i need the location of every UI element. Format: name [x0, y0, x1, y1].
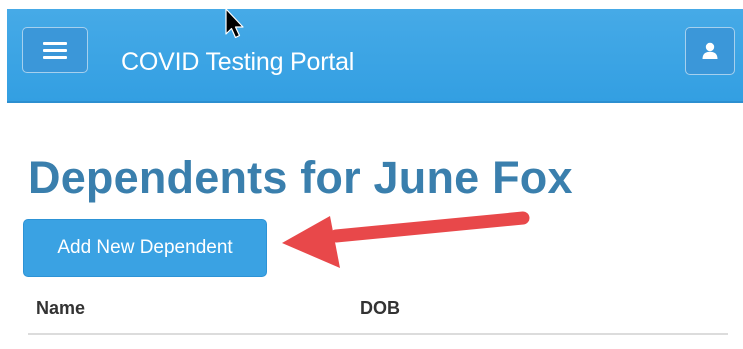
- table-header-name: Name: [36, 298, 86, 318]
- table-header-dob: DOB: [360, 298, 400, 318]
- user-icon: [702, 42, 718, 59]
- top-navbar: COVID Testing Portal: [7, 9, 743, 103]
- menu-toggle-button[interactable]: [22, 27, 88, 73]
- app-brand[interactable]: COVID Testing Portal: [121, 47, 354, 77]
- red-arrow-annotation: [282, 211, 530, 268]
- page-title: Dependents for June Fox: [28, 152, 573, 203]
- table-header-divider: [28, 333, 728, 335]
- add-new-dependent-button[interactable]: Add New Dependent: [23, 219, 267, 277]
- user-menu-button[interactable]: [685, 27, 735, 75]
- hamburger-menu-icon: [43, 42, 67, 60]
